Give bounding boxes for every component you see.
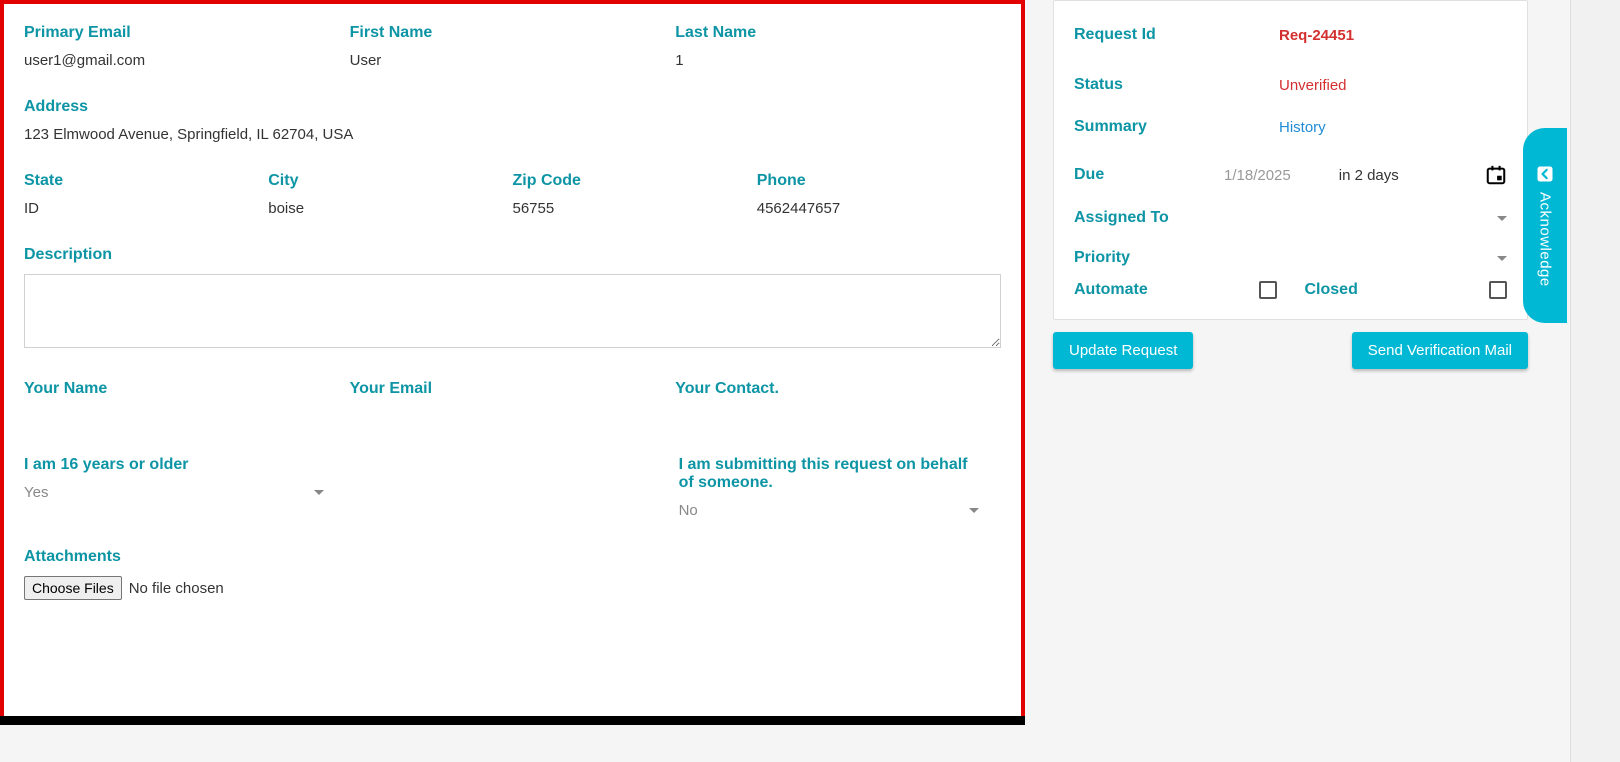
choose-files-button[interactable]: Choose Files — [24, 576, 122, 600]
last-name-value: 1 — [675, 52, 683, 69]
last-name-label: Last Name — [675, 24, 1001, 42]
summary-label: Summary — [1074, 118, 1224, 136]
calendar-icon[interactable] — [1485, 163, 1507, 187]
age-confirm-value: Yes — [24, 484, 48, 501]
primary-email-label: Primary Email — [24, 24, 350, 42]
zip-label: Zip Code — [513, 172, 757, 190]
city-group: City boise — [268, 172, 512, 218]
closed-checkbox[interactable] — [1489, 281, 1507, 299]
chevron-down-icon — [1497, 216, 1507, 221]
first-name-group: First Name User — [350, 24, 676, 70]
status-label: Status — [1074, 76, 1224, 94]
assigned-to-label: Assigned To — [1074, 209, 1224, 227]
chevron-left-icon — [1535, 164, 1555, 184]
address-label: Address — [24, 98, 1001, 116]
closed-label: Closed — [1305, 281, 1358, 299]
your-contact-label: Your Contact. — [675, 380, 1001, 398]
first-name-label: First Name — [350, 24, 676, 42]
age-confirm-group: I am 16 years or older Yes — [24, 456, 679, 520]
priority-label: Priority — [1074, 249, 1224, 267]
status-value: Unverified — [1224, 77, 1507, 94]
send-verification-mail-button[interactable]: Send Verification Mail — [1352, 332, 1528, 369]
city-label: City — [268, 172, 512, 190]
request-id-value: Req-24451 — [1224, 27, 1507, 44]
request-id-label: Request Id — [1074, 26, 1224, 44]
on-behalf-value: No — [679, 502, 698, 519]
chevron-down-icon — [1497, 256, 1507, 261]
phone-group: Phone 4562447657 — [757, 172, 1001, 218]
first-name-value: User — [350, 52, 382, 69]
state-group: State ID — [24, 172, 268, 218]
scrollbar-track[interactable] — [1570, 0, 1620, 762]
due-label: Due — [1074, 166, 1224, 184]
priority-select[interactable]: Priority — [1074, 249, 1507, 267]
update-request-button[interactable]: Update Request — [1053, 332, 1193, 369]
description-input[interactable] — [24, 274, 1001, 348]
summary-link[interactable]: History — [1224, 119, 1507, 136]
zip-value: 56755 — [513, 200, 555, 217]
age-confirm-label: I am 16 years or older — [24, 456, 679, 474]
your-contact-group: Your Contact. — [675, 380, 1001, 408]
chevron-down-icon — [314, 490, 324, 495]
age-confirm-select[interactable]: Yes — [24, 484, 324, 502]
acknowledge-tab-label: Acknowledge — [1537, 192, 1554, 287]
on-behalf-label: I am submitting this request on behalf o… — [679, 456, 979, 492]
automate-checkbox[interactable] — [1259, 281, 1277, 299]
due-relative-value: in 2 days — [1339, 167, 1399, 184]
last-name-group: Last Name 1 — [675, 24, 1001, 70]
address-value: 123 Elmwood Avenue, Springfield, IL 6270… — [24, 126, 353, 143]
request-form-panel: Primary Email user1@gmail.com First Name… — [0, 0, 1025, 725]
state-value: ID — [24, 200, 39, 217]
zip-group: Zip Code 56755 — [513, 172, 757, 218]
request-sidebar: Request Id Req-24451 Status Unverified S… — [1053, 0, 1528, 762]
your-name-label: Your Name — [24, 380, 350, 398]
primary-email-group: Primary Email user1@gmail.com — [24, 24, 350, 70]
chevron-down-icon — [969, 508, 979, 513]
address-group: Address 123 Elmwood Avenue, Springfield,… — [24, 98, 1001, 144]
your-name-group: Your Name — [24, 380, 350, 408]
primary-email-value: user1@gmail.com — [24, 52, 145, 69]
state-label: State — [24, 172, 268, 190]
due-date-value: 1/18/2025 — [1224, 167, 1291, 184]
city-value: boise — [268, 200, 304, 217]
acknowledge-tab[interactable]: Acknowledge — [1523, 128, 1567, 323]
automate-label: Automate — [1074, 281, 1148, 299]
phone-label: Phone — [757, 172, 1001, 190]
on-behalf-group: I am submitting this request on behalf o… — [679, 456, 1001, 520]
file-chosen-status: No file chosen — [129, 580, 224, 597]
description-label: Description — [24, 246, 1001, 264]
assigned-to-select[interactable]: Assigned To — [1074, 209, 1507, 227]
on-behalf-select[interactable]: No — [679, 502, 979, 520]
attachments-label: Attachments — [24, 548, 1001, 566]
your-email-group: Your Email — [350, 380, 676, 408]
your-email-label: Your Email — [350, 380, 676, 398]
phone-value: 4562447657 — [757, 200, 840, 217]
